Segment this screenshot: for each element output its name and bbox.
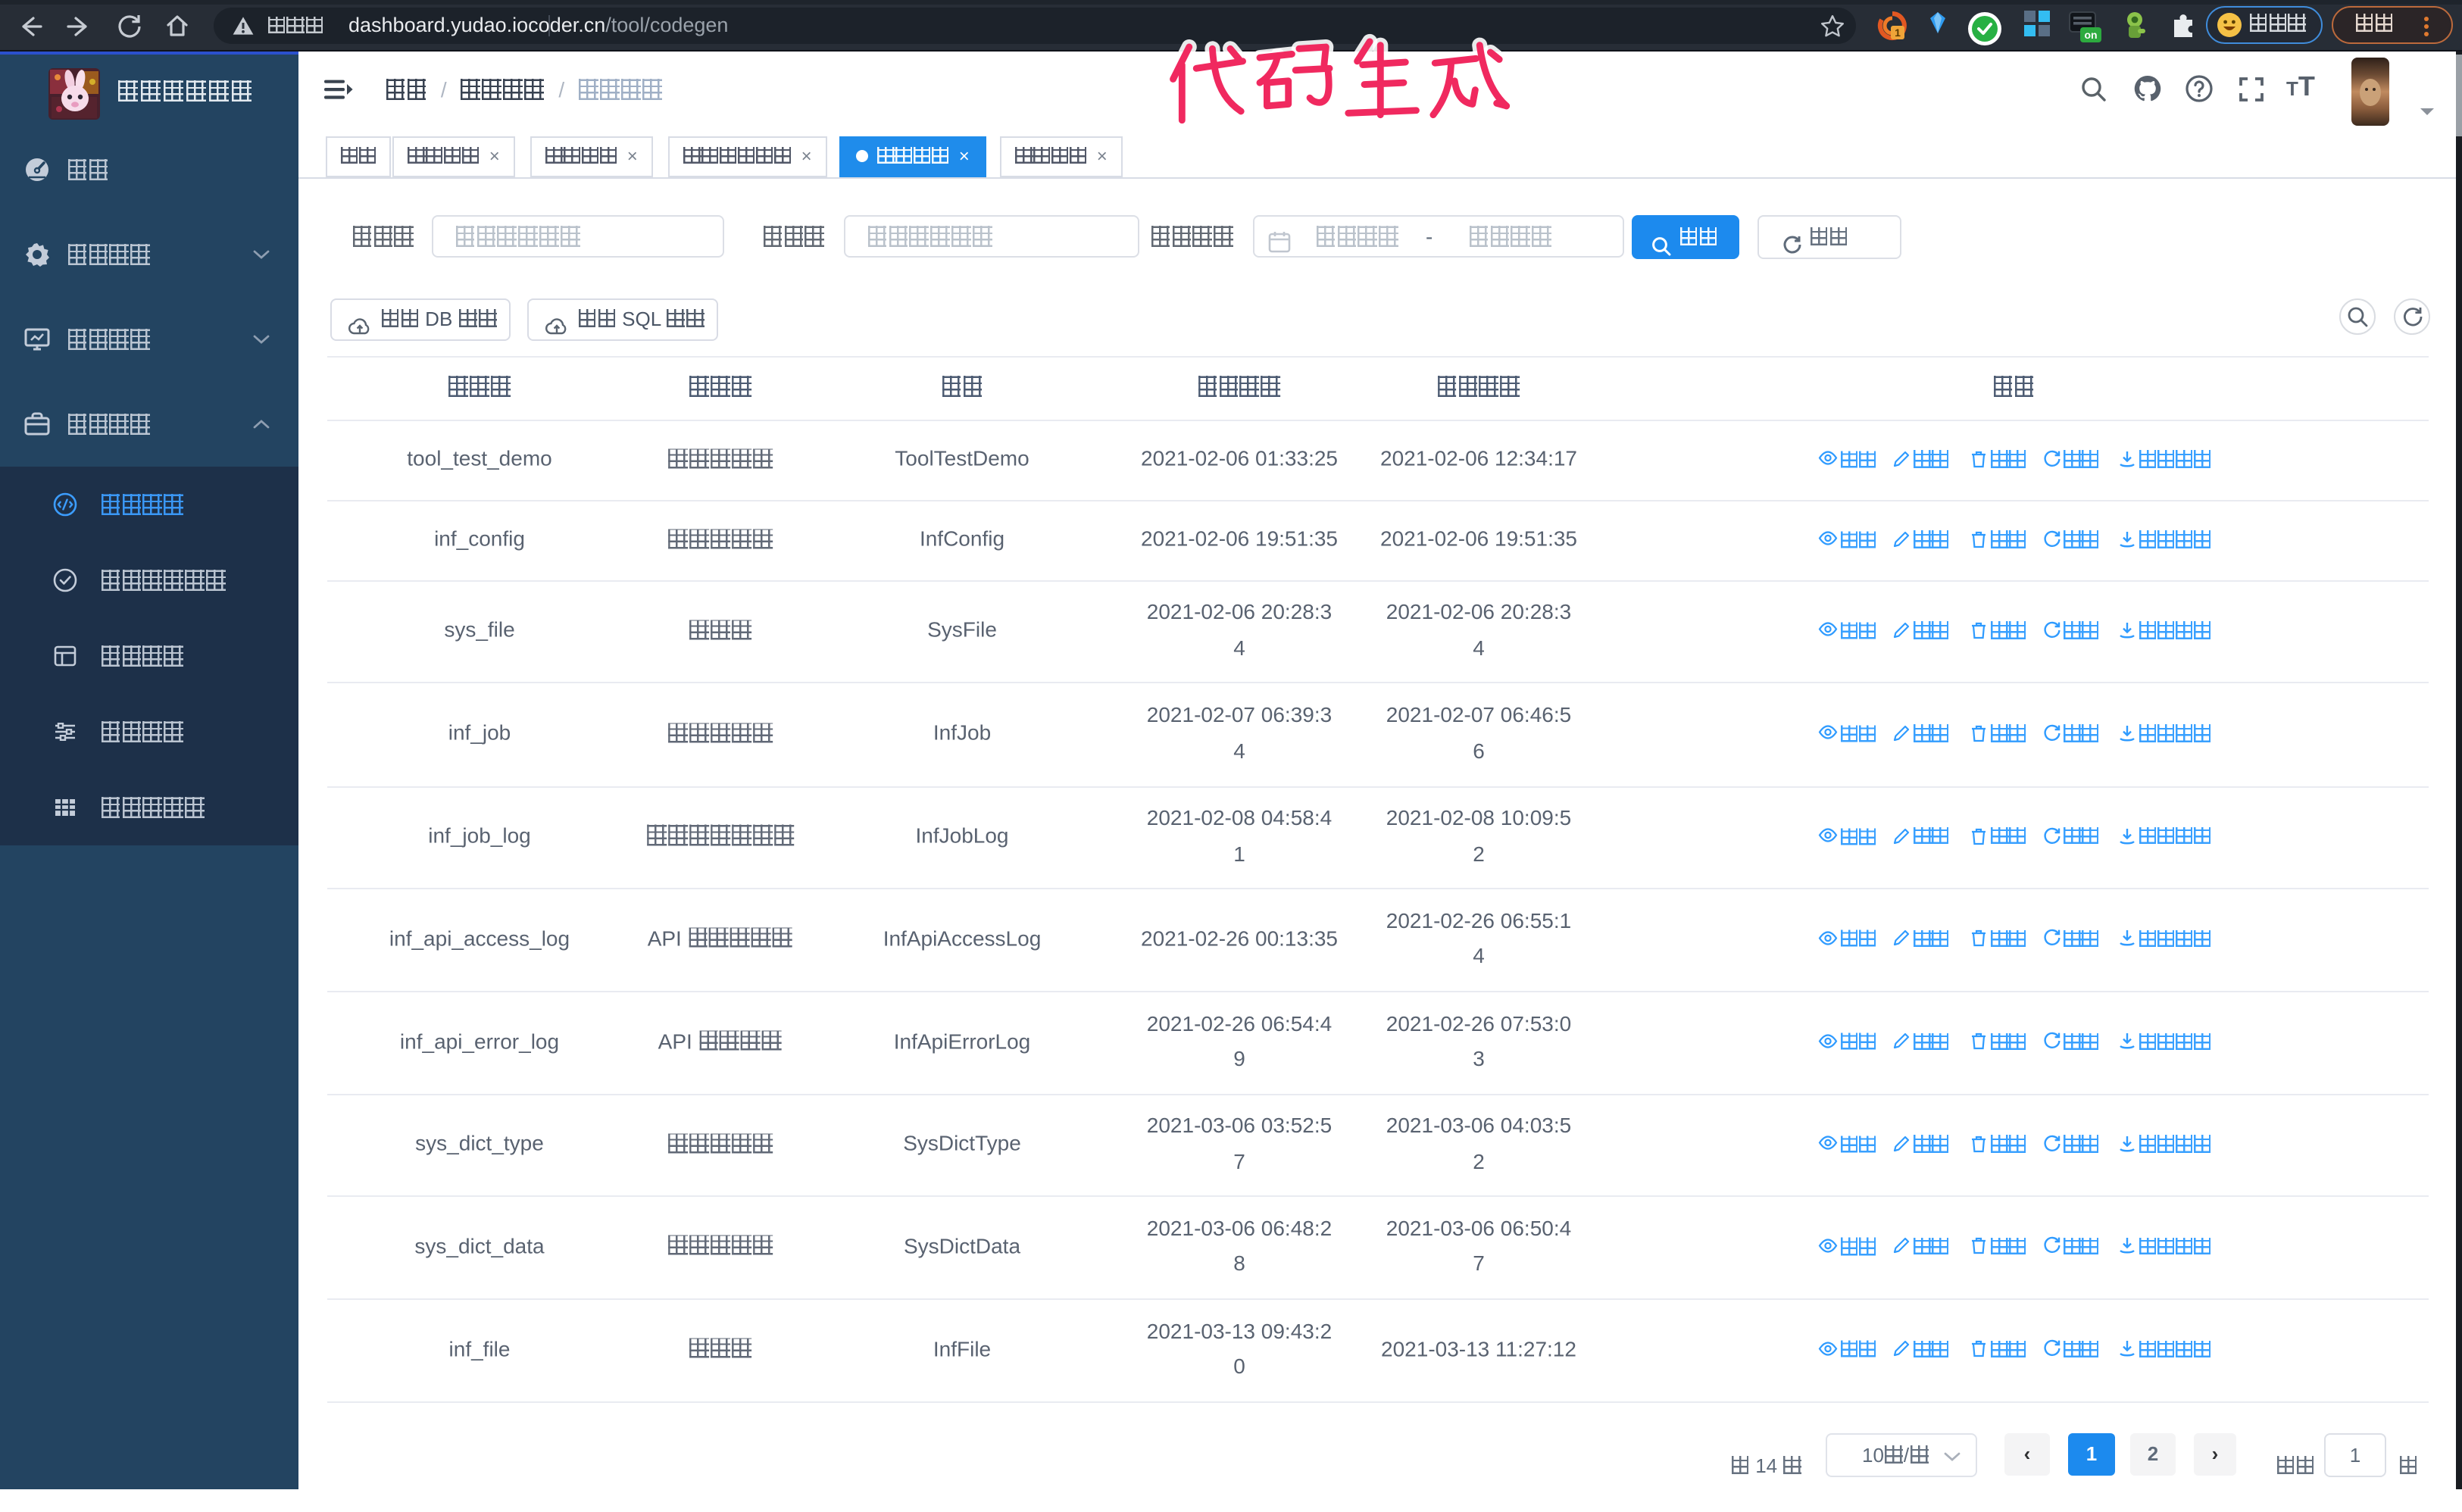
svg-text:on: on — [2084, 29, 2097, 41]
svg-text:1: 1 — [1895, 27, 1901, 39]
